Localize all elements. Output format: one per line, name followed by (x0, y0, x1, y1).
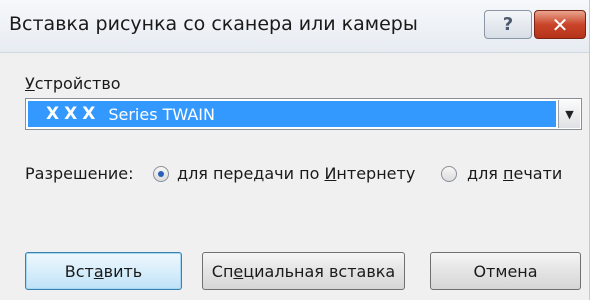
option-internet-label[interactable]: для передачи по Интернету (177, 164, 415, 183)
scanner-insert-dialog: Вставка рисунка со сканера или камеры ? … (0, 0, 590, 300)
resolution-label: Разрешение: (25, 164, 134, 183)
dialog-title: Вставка рисунка со сканера или камеры (9, 13, 418, 35)
radio-print[interactable] (441, 166, 457, 182)
chevron-down-icon: ▼ (565, 107, 574, 121)
device-select[interactable]: XXX Series TWAIN ▼ (25, 98, 582, 130)
special-insert-button[interactable]: Сп е циальная вставка (202, 252, 405, 290)
question-mark-icon: ? (502, 14, 514, 35)
cancel-button[interactable]: Отмена (430, 252, 581, 290)
device-selected-value: XXX Series TWAIN (28, 101, 556, 127)
device-label: Устройство (25, 74, 121, 93)
close-icon: ✕ (551, 12, 569, 37)
close-button[interactable]: ✕ (534, 10, 586, 39)
dropdown-arrow-button[interactable]: ▼ (558, 100, 580, 128)
radio-internet[interactable] (153, 166, 169, 182)
insert-button[interactable]: Вст а вить (25, 252, 182, 290)
title-bar: Вставка рисунка со сканера или камеры ? … (0, 0, 589, 53)
help-button[interactable]: ? (484, 10, 532, 39)
option-print-label[interactable]: для печати (467, 164, 562, 183)
